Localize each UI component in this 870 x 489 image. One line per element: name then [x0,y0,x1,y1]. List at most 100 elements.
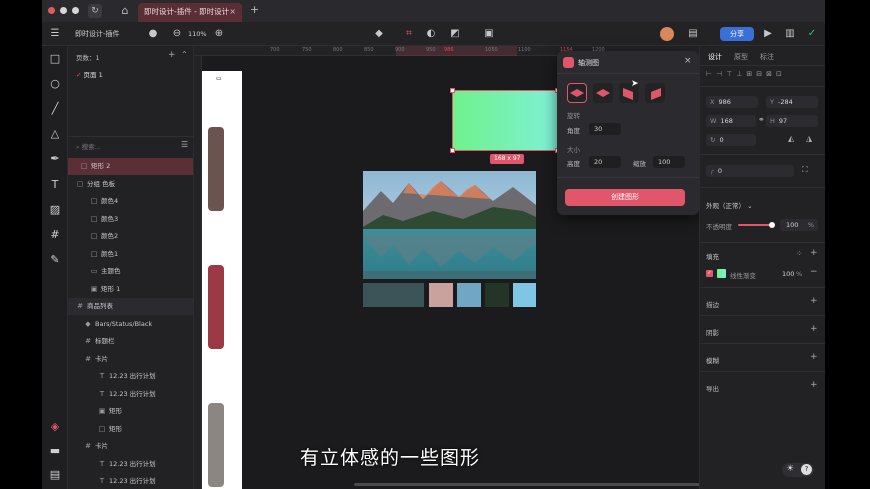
tab-design[interactable]: 设计 [708,52,722,62]
crop-icon[interactable]: ⌗ [402,27,416,41]
layer-item[interactable]: □ 矩形 2 [68,158,193,175]
x-input[interactable]: X 986 [706,96,758,108]
layer-item[interactable]: ▣ 矩形 [68,403,193,420]
theme-sun-icon[interactable]: ☀ [786,464,794,474]
iso-flat-option[interactable] [593,83,613,103]
add-fill-icon[interactable]: + [810,248,818,258]
selected-gradient-rectangle[interactable] [450,88,560,153]
rectangle-tool-icon[interactable]: □ [48,52,62,66]
add-blur-icon[interactable]: + [810,352,818,362]
component-icon[interactable]: ◆ [372,27,386,41]
layer-item[interactable]: # 商品列表 [68,298,193,315]
layer-item[interactable]: ▣ 矩形 1 [68,281,193,298]
remove-fill-icon[interactable]: − [810,267,818,277]
tab-inspect[interactable]: 标注 [760,52,774,62]
layer-item[interactable]: # 标题栏 [68,333,193,350]
flip-horizontal-icon[interactable]: ◭ [788,134,794,143]
resize-handle[interactable] [450,88,455,93]
tab-prototype[interactable]: 原型 [734,52,748,62]
create-shape-button[interactable]: 创建图形 [565,189,685,206]
height-input[interactable]: 20 [589,156,621,168]
line-tool-icon[interactable]: ╱ [48,102,62,116]
iso-top-option[interactable] [567,83,587,103]
lock-ratio-icon[interactable]: ⚭ [758,115,765,124]
align-toolbar[interactable]: ⊢⊣⊤⊥⊞⊟⊠⊡ [706,70,786,78]
w-input[interactable]: W 168 [706,115,756,127]
minimize-window-icon[interactable] [60,7,67,14]
fill-swatch[interactable] [717,269,726,278]
comment-icon[interactable]: ● [146,27,160,41]
fill-visible-checkbox[interactable]: ✓ [706,270,713,277]
layer-item[interactable]: ◆ Bars/Status/Black [68,316,193,333]
color-swatch[interactable] [485,283,509,307]
history-icon[interactable]: ▤ [48,468,62,482]
filter-icon[interactable]: ☰ [181,140,188,149]
close-window-icon[interactable] [48,7,55,14]
h-input[interactable]: H 97 [766,115,818,127]
help-icon[interactable]: ? [801,464,812,475]
layer-item[interactable]: ▭ 主题色 [68,263,193,280]
layer-item[interactable]: T 12.23 出行计划 [68,456,193,473]
brush-tool-icon[interactable]: ✎ [48,253,62,267]
color-swatch[interactable] [363,283,424,307]
maximize-window-icon[interactable] [72,7,79,14]
layer-item[interactable]: # 卡片 [68,351,193,368]
fill-style-icon[interactable]: ⁘ [796,249,803,258]
code-icon[interactable]: ▥ [783,27,797,41]
layer-item[interactable]: ▢ 分组 色板 [68,176,193,193]
rotation-input[interactable]: ↻ 0 [706,134,756,146]
frame-icon[interactable]: ▣ [482,27,496,41]
appearance-title[interactable]: 外观（正常） ⌄ [706,200,753,210]
dialog-close-icon[interactable]: × [684,56,692,66]
opacity-slider-thumb[interactable] [769,222,775,228]
opacity-input[interactable]: 100% [780,219,818,231]
y-input[interactable]: Y -284 [766,96,818,108]
scale-input[interactable]: 100 [653,156,685,168]
horizontal-scrollbar[interactable] [354,483,699,486]
triangle-tool-icon[interactable]: △ [48,127,62,141]
resize-handle[interactable] [450,148,455,153]
ellipse-tool-icon[interactable]: ○ [48,77,62,91]
refresh-icon[interactable]: ↻ [88,4,102,18]
iso-right-option[interactable] [645,83,665,103]
play-icon[interactable]: ▶ [761,27,775,41]
color-swatch[interactable] [429,283,453,307]
layer-item[interactable]: □ 颜色4 [68,193,193,210]
angle-input[interactable]: 30 [589,123,621,135]
layer-search[interactable]: ⌕ 搜索... [76,141,101,152]
home-icon[interactable]: ⌂ [118,4,132,18]
tab-document[interactable]: 即时设计-插件 - 即时设计 × [138,3,242,22]
tab-close-icon[interactable]: × [229,3,236,21]
opacity-slider[interactable] [738,222,775,228]
corner-radius-input[interactable]: ╭ 0 [706,165,794,177]
add-stroke-icon[interactable]: + [810,296,818,306]
layer-item[interactable]: T 12.23 出行计划 [68,386,193,403]
add-page-icon[interactable]: + [168,50,176,60]
layers-icon[interactable]: ◈ [48,420,62,434]
zoom-out-icon[interactable]: ⊖ [170,27,184,41]
layer-item[interactable]: □ 颜色2 [68,228,193,245]
menu-icon[interactable]: ☰ [48,27,62,41]
file-name[interactable]: 即时设计-插件 [75,29,120,39]
pen-tool-icon[interactable]: ✒ [48,152,62,166]
layer-item[interactable]: # 卡片 [68,438,193,455]
boolean-icon[interactable]: ◐ [424,27,438,41]
image-tool-icon[interactable]: ▨ [48,203,62,217]
collapse-pages-icon[interactable]: ⌃ [181,50,188,59]
independent-corners-icon[interactable]: ⛶ [802,165,808,175]
layer-item[interactable]: □ 矩形 [68,421,193,438]
layer-item[interactable]: □ 颜色1 [68,246,193,263]
frame-tool-icon[interactable]: # [48,228,62,242]
avatar[interactable] [660,27,674,41]
layer-item[interactable]: T 12.23 出行计划 [68,473,193,489]
fill-type[interactable]: 线性渐变 [730,270,756,280]
add-export-icon[interactable]: + [810,380,818,390]
share-button[interactable]: 分享 [720,27,754,41]
new-tab-button[interactable]: + [250,3,259,16]
mask-icon[interactable]: ◩ [448,27,462,41]
flip-vertical-icon[interactable]: ◮ [806,134,812,143]
artboard-preview[interactable]: ▭ [202,71,242,489]
color-swatch[interactable] [457,283,481,307]
layer-item[interactable]: T 12.23 出行计划 [68,368,193,385]
assets-icon[interactable]: ▬ [48,444,62,458]
